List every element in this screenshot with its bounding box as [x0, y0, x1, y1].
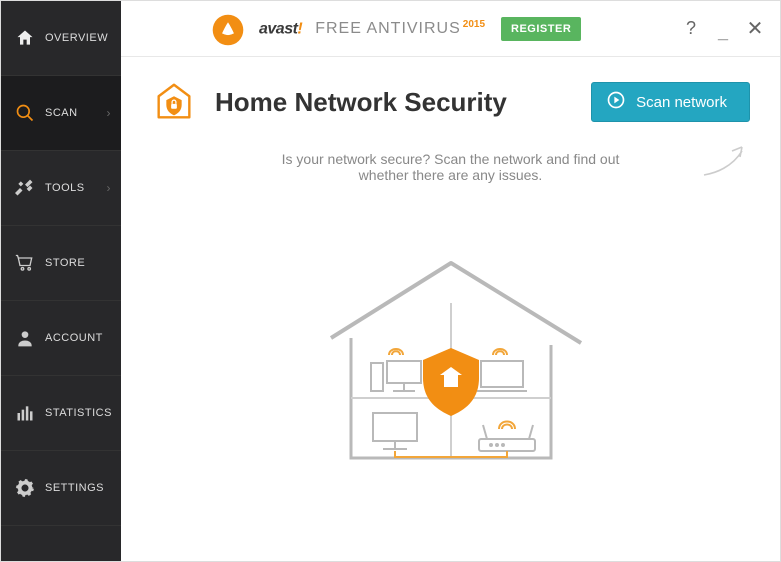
- sidebar-item-settings[interactable]: SETTINGS: [1, 451, 121, 526]
- register-button[interactable]: REGISTER: [501, 17, 581, 41]
- sidebar-item-statistics[interactable]: STATISTICS: [1, 376, 121, 451]
- topbar: avast! FREE ANTIVIRUS2015 REGISTER ? _ ✕: [121, 1, 780, 57]
- page-header: Home Network Security Scan network: [121, 57, 780, 143]
- prompt-line-1: Is your network secure? Scan the network…: [282, 151, 620, 167]
- minimize-icon[interactable]: _: [714, 22, 732, 43]
- sidebar-item-label: ACCOUNT: [45, 332, 111, 344]
- home-icon: [15, 28, 35, 48]
- network-illustration: [121, 183, 780, 561]
- avast-logo-icon: [211, 13, 245, 47]
- sidebar-item-label: STORE: [45, 257, 111, 269]
- arrow-hint-icon: [700, 141, 750, 184]
- window-controls: ? _ ✕: [682, 16, 764, 41]
- home-shield-icon: [151, 79, 197, 125]
- tools-icon: [15, 178, 35, 198]
- sidebar-item-label: OVERVIEW: [45, 32, 111, 44]
- person-icon: [15, 328, 35, 348]
- scan-network-button[interactable]: Scan network: [591, 82, 750, 122]
- prompt-line-2: whether there are any issues.: [359, 167, 543, 183]
- scan-button-label: Scan network: [636, 94, 727, 111]
- app-window: OVERVIEW SCAN › TOOLS › STORE: [0, 0, 781, 562]
- product-name: FREE ANTIVIRUS: [315, 20, 461, 37]
- brand-exclaim: !: [297, 20, 302, 37]
- close-icon[interactable]: ✕: [746, 16, 764, 41]
- bars-icon: [15, 403, 35, 423]
- page-title: Home Network Security: [215, 87, 573, 118]
- sidebar-item-label: TOOLS: [45, 182, 107, 194]
- play-circle-icon: [606, 90, 626, 114]
- sidebar-item-scan[interactable]: SCAN ›: [1, 76, 121, 151]
- cart-icon: [15, 253, 35, 273]
- prompt-text: Is your network secure? Scan the network…: [121, 143, 780, 183]
- chevron-right-icon: ›: [107, 181, 112, 195]
- sidebar-item-label: STATISTICS: [45, 407, 112, 419]
- brand-text: avast! FREE ANTIVIRUS2015: [259, 19, 485, 38]
- chevron-right-icon: ›: [107, 106, 112, 120]
- sidebar-item-tools[interactable]: TOOLS ›: [1, 151, 121, 226]
- gear-icon: [15, 478, 35, 498]
- sidebar-item-account[interactable]: ACCOUNT: [1, 301, 121, 376]
- sidebar-item-label: SETTINGS: [45, 482, 111, 494]
- product-year: 2015: [463, 19, 485, 30]
- sidebar-item-overview[interactable]: OVERVIEW: [1, 1, 121, 76]
- search-icon: [15, 103, 35, 123]
- sidebar-item-label: SCAN: [45, 107, 107, 119]
- main-area: avast! FREE ANTIVIRUS2015 REGISTER ? _ ✕…: [121, 1, 780, 561]
- sidebar: OVERVIEW SCAN › TOOLS › STORE: [1, 1, 121, 561]
- brand-name: avast: [259, 20, 297, 37]
- help-icon[interactable]: ?: [682, 18, 700, 39]
- sidebar-item-store[interactable]: STORE: [1, 226, 121, 301]
